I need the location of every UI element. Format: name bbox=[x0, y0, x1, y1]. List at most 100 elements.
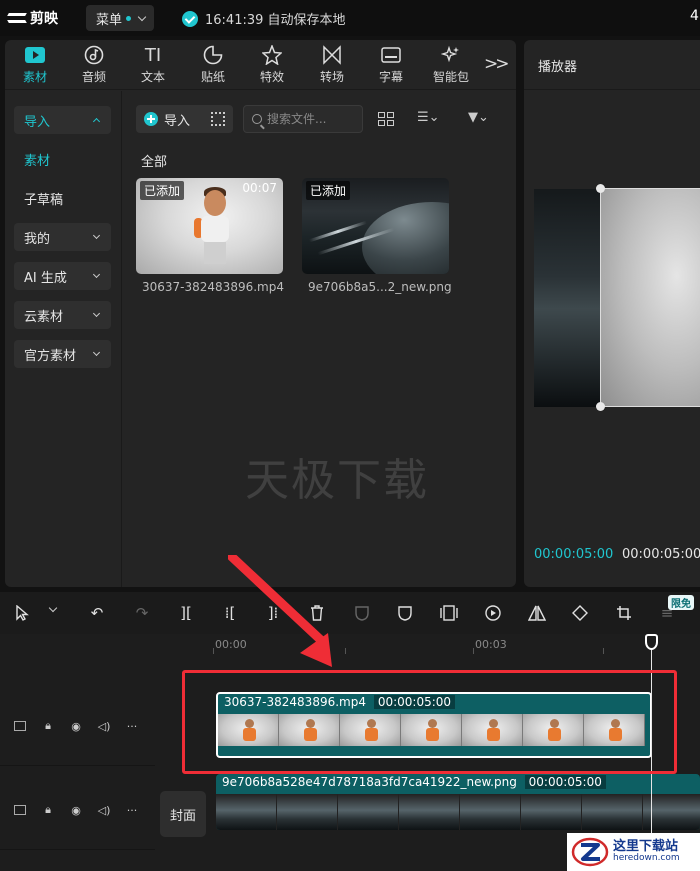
sidebar-item-official[interactable]: 官方素材 bbox=[14, 340, 111, 368]
crop-icon[interactable] bbox=[613, 602, 635, 624]
cover-button[interactable]: 封面 bbox=[160, 791, 206, 837]
resize-handle[interactable] bbox=[596, 184, 605, 193]
delete-icon[interactable] bbox=[306, 602, 328, 624]
player-title: 播放器 bbox=[538, 60, 578, 75]
added-badge: 已添加 bbox=[306, 181, 351, 200]
site-url: heredown.com bbox=[613, 853, 680, 864]
sidebar-item-label: 子草稿 bbox=[24, 192, 64, 208]
speaker-icon[interactable]: ◁) bbox=[98, 804, 111, 817]
chevron-down-icon[interactable] bbox=[48, 603, 58, 613]
rotate-icon[interactable] bbox=[569, 602, 591, 624]
sidebar-item-label: 官方素材 bbox=[24, 348, 77, 364]
shield-icon[interactable] bbox=[394, 602, 416, 624]
media-panel: 素材 音频 TI 文本 贴纸 特效 转场 字幕 智能包 >> 导入 素材 子草稿… bbox=[5, 40, 516, 587]
sidebar-item-media[interactable]: 素材 bbox=[14, 145, 111, 173]
chevron-down-icon bbox=[92, 231, 101, 240]
tab-label: 转场 bbox=[319, 70, 344, 84]
sidebar-item-mine[interactable]: 我的 bbox=[14, 223, 111, 251]
chevron-down-icon bbox=[92, 309, 101, 318]
freeze-frame-icon[interactable] bbox=[438, 602, 460, 624]
tab-effects[interactable]: 特效 bbox=[244, 44, 300, 88]
tab-text[interactable]: TI 文本 bbox=[125, 44, 181, 88]
track-type-icon bbox=[14, 805, 26, 815]
transition-icon bbox=[321, 44, 343, 66]
sidebar-item-label: 我的 bbox=[24, 231, 51, 247]
tab-label: 智能包 bbox=[432, 70, 469, 84]
sidebar-item-import[interactable]: 导入 bbox=[14, 106, 111, 134]
current-timecode: 00:00:05:00 bbox=[534, 547, 614, 562]
mask-icon[interactable] bbox=[351, 602, 373, 624]
timeline-ruler[interactable]: 00:00 00:03 bbox=[155, 634, 700, 656]
grid-view-icon[interactable] bbox=[378, 112, 394, 126]
more-icon[interactable]: ··· bbox=[126, 804, 138, 817]
sidebar-item-ai-generate[interactable]: AI 生成 bbox=[14, 262, 111, 290]
tab-media[interactable]: 素材 bbox=[7, 44, 63, 88]
tab-smart-pack[interactable]: 智能包 bbox=[423, 44, 479, 88]
smart-pack-icon bbox=[440, 44, 462, 66]
media-card-video[interactable]: 已添加 00:07 bbox=[136, 178, 283, 274]
select-cursor-icon[interactable] bbox=[12, 602, 34, 624]
tab-label: 素材 bbox=[22, 70, 47, 84]
import-button[interactable]: 导入 bbox=[136, 105, 233, 133]
site-name: 这里下载站 bbox=[613, 839, 679, 855]
eye-icon[interactable]: ◉ bbox=[70, 720, 82, 733]
media-duration: 00:07 bbox=[242, 181, 277, 195]
chevron-up-icon bbox=[92, 117, 101, 126]
filter-icon[interactable]: ▼⌄ bbox=[468, 110, 489, 125]
more-tabs-icon[interactable]: >> bbox=[484, 54, 509, 74]
sidebar-item-cloud[interactable]: 云素材 bbox=[14, 301, 111, 329]
tab-transition[interactable]: 转场 bbox=[304, 44, 360, 88]
section-label: 全部 bbox=[141, 155, 168, 170]
tab-sticker[interactable]: 贴纸 bbox=[185, 44, 241, 88]
eye-icon[interactable]: ◉ bbox=[70, 804, 82, 817]
menu-button[interactable]: 菜单 bbox=[86, 5, 154, 31]
autosave-text: 16:41:39 自动保存本地 bbox=[205, 13, 346, 28]
split-left-icon[interactable]: ⁞[ bbox=[219, 602, 241, 624]
tab-label: 字幕 bbox=[378, 70, 403, 84]
sort-icon[interactable]: ☰⌄ bbox=[417, 110, 440, 125]
media-name: 30637-382483896.mp4 bbox=[142, 280, 284, 294]
media-icon bbox=[24, 44, 46, 66]
undo-icon[interactable]: ↶ bbox=[86, 602, 108, 624]
app-name: 剪映 bbox=[30, 11, 58, 27]
added-badge: 已添加 bbox=[140, 181, 185, 200]
audio-icon bbox=[83, 44, 105, 66]
check-circle-icon bbox=[182, 10, 198, 27]
text-icon: TI bbox=[144, 44, 162, 66]
clip-name: 9e706b8a528e47d78718a3fd7ca41922_new.png bbox=[222, 775, 517, 789]
tab-label: 音频 bbox=[81, 70, 106, 84]
resize-handle[interactable] bbox=[596, 402, 605, 411]
playhead-handle[interactable] bbox=[645, 634, 658, 650]
import-label: 导入 bbox=[164, 113, 191, 129]
redo-icon[interactable]: ↷ bbox=[131, 602, 153, 624]
tab-audio[interactable]: 音频 bbox=[66, 44, 122, 88]
play-reverse-icon[interactable] bbox=[482, 602, 504, 624]
tab-label: 特效 bbox=[259, 70, 284, 84]
sidebar-item-subdraft[interactable]: 子草稿 bbox=[14, 184, 111, 212]
app-logo: 剪映 bbox=[8, 8, 58, 28]
image-clip[interactable]: 9e706b8a528e47d78718a3fd7ca41922_new.png… bbox=[216, 774, 700, 830]
preview-background bbox=[534, 189, 600, 407]
tab-subtitle[interactable]: 字幕 bbox=[363, 44, 419, 88]
search-input[interactable] bbox=[267, 112, 357, 126]
sidebar-item-label: 素材 bbox=[24, 153, 51, 169]
split-right-icon[interactable]: ]⁞ bbox=[262, 602, 284, 624]
timeline-toolbar: ↶ ↷ ][ ⁞[ ]⁞ ≡ 限免 bbox=[0, 592, 700, 634]
image-thumbnails bbox=[216, 794, 700, 830]
plus-icon bbox=[144, 112, 158, 126]
qr-code-icon[interactable] bbox=[211, 112, 225, 126]
speaker-icon[interactable]: ◁) bbox=[98, 720, 111, 733]
split-icon[interactable]: ][ bbox=[175, 602, 197, 624]
preview-video-frame[interactable] bbox=[600, 188, 700, 407]
clip-name: 30637-382483896.mp4 bbox=[224, 695, 366, 709]
autosave-status: 16:41:39 自动保存本地 bbox=[182, 9, 346, 28]
total-timecode: 00:00:05:00 bbox=[622, 547, 700, 562]
media-card-image[interactable]: 已添加 bbox=[302, 178, 449, 274]
video-clip[interactable]: 30637-382483896.mp4 00:00:05:00 bbox=[216, 692, 652, 758]
sidebar-item-label: 导入 bbox=[24, 114, 51, 130]
mirror-icon[interactable] bbox=[526, 602, 548, 624]
lock-icon[interactable]: 🔒︎ bbox=[42, 803, 54, 816]
more-icon[interactable]: ··· bbox=[126, 720, 138, 733]
lock-icon[interactable]: 🔒︎ bbox=[42, 719, 54, 732]
sidebar-item-label: 云素材 bbox=[24, 309, 64, 325]
